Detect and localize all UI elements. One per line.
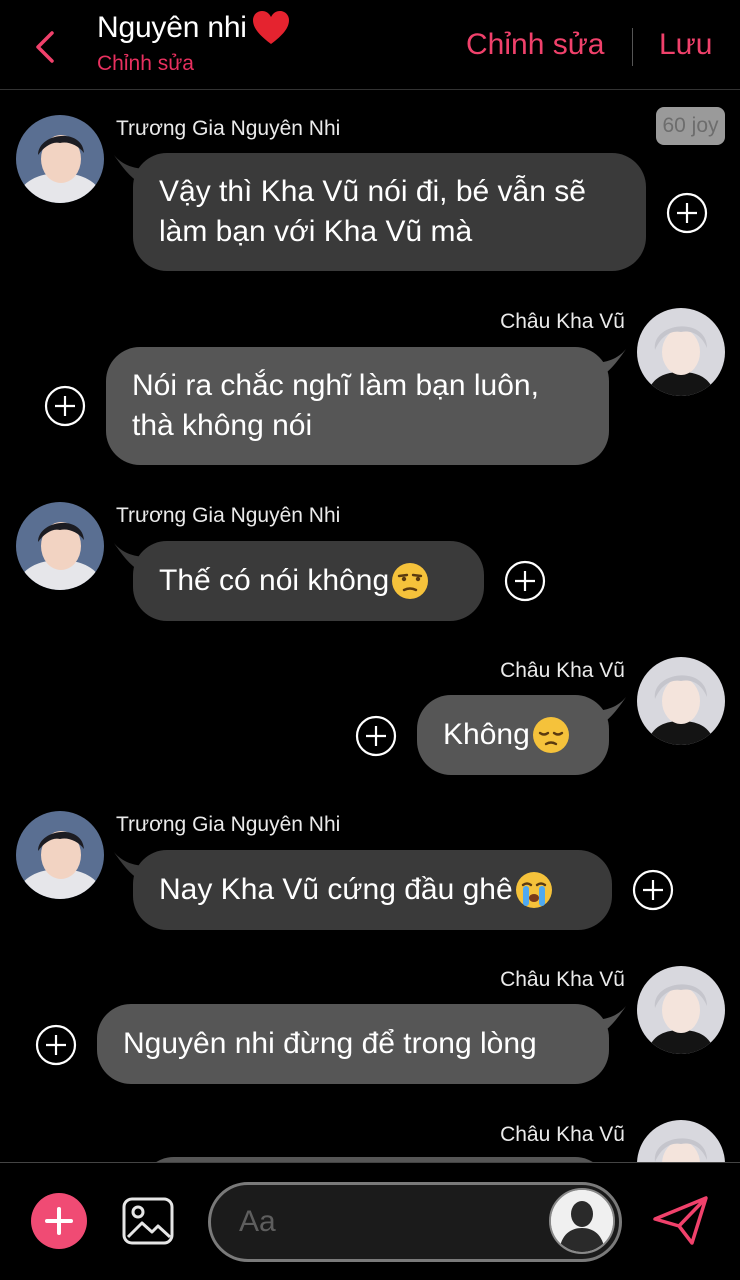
message-bubble[interactable]: Thế có nói không (133, 541, 484, 621)
avatar-photo-icon (16, 115, 104, 203)
message-text: Không (443, 718, 530, 751)
sender-name: Trương Gia Nguyên Nhi (116, 813, 341, 836)
send-icon[interactable] (652, 1195, 710, 1247)
sender-name: Châu Kha Vũ (500, 1123, 625, 1146)
avatar[interactable] (637, 1120, 725, 1162)
message-bubble[interactable]: Vậy thì Kha Vũ nói đi, bé vẫn sẽ làm bạn… (133, 153, 646, 271)
edit-subtitle-link[interactable]: Chỉnh sửa (97, 52, 291, 76)
joy-badge: 60 joy (656, 107, 725, 145)
title-block: Nguyên nhi Chỉnh sửa (97, 10, 291, 76)
avatar-photo-icon (637, 657, 725, 745)
unamused-face-icon (392, 563, 429, 599)
message-bubble[interactable]: Nguyên nhi đừng để trong lòng (97, 1004, 609, 1084)
add-reaction-icon[interactable] (504, 560, 546, 602)
message-text: Nguyên nhi đừng để trong lòng (123, 1027, 537, 1060)
message-bubble[interactable]: Nói ra chắc nghĩ làm bạn luôn, thà không… (106, 347, 609, 465)
sender-name: Trương Gia Nguyên Nhi (116, 117, 341, 140)
avatar[interactable] (637, 966, 725, 1054)
avatar-photo-icon (637, 966, 725, 1054)
add-reaction-icon[interactable] (632, 869, 674, 911)
image-gallery-icon[interactable] (122, 1197, 174, 1245)
sender-name: Châu Kha Vũ (500, 659, 625, 682)
message-line: thà không nói (132, 409, 313, 442)
avatar[interactable] (637, 657, 725, 745)
avatar[interactable] (16, 811, 104, 899)
message-line: Vậy thì Kha Vũ nói đi, bé vẫn sẽ (159, 175, 586, 208)
input-placeholder: Aa (239, 1205, 276, 1238)
chevron-left-icon (36, 31, 54, 63)
message-line: làm bạn với Kha Vũ mà (159, 215, 473, 248)
avatar-photo-icon (637, 1120, 725, 1162)
person-silhouette-icon (551, 1190, 613, 1252)
avatar[interactable] (16, 115, 104, 203)
pensive-face-icon (532, 717, 569, 753)
page-title: Nguyên nhi (97, 11, 247, 44)
add-reaction-icon[interactable] (666, 192, 708, 234)
message-text: Nay Kha Vũ cứng đầu ghê (159, 873, 513, 906)
save-button[interactable]: Lưu (659, 28, 712, 62)
add-reaction-icon[interactable] (35, 1024, 77, 1066)
add-attachment-button[interactable] (31, 1193, 87, 1249)
sender-name: Châu Kha Vũ (500, 968, 625, 991)
plus-icon (45, 1207, 73, 1235)
avatar-photo-icon (16, 811, 104, 899)
sender-name: Trương Gia Nguyên Nhi (116, 504, 341, 527)
add-reaction-icon[interactable] (355, 715, 397, 757)
edit-button[interactable]: Chỉnh sửa (466, 28, 605, 62)
avatar[interactable] (16, 502, 104, 590)
avatar[interactable] (637, 308, 725, 396)
header-divider (632, 28, 633, 66)
sender-switch-button[interactable] (549, 1188, 615, 1254)
sender-name: Châu Kha Vũ (500, 310, 625, 333)
heart-icon (252, 11, 289, 44)
loudly-crying-face-icon (515, 872, 552, 908)
chat-header: Nguyên nhi Chỉnh sửa Chỉnh sửa Lưu (0, 0, 740, 90)
composer-bar: Aa (0, 1162, 740, 1280)
message-list[interactable]: 60 joy Trương Gia Nguyên Nhi Vậy thì Kha… (0, 91, 740, 1162)
message-bubble[interactable]: Nay Kha Vũ cứng đầu ghê (133, 850, 612, 930)
message-text: Thế có nói không (159, 564, 390, 597)
message-bubble[interactable]: Không (417, 695, 609, 775)
avatar-photo-icon (637, 308, 725, 396)
message-input[interactable]: Aa (208, 1182, 622, 1262)
avatar-photo-icon (16, 502, 104, 590)
back-button[interactable] (28, 28, 62, 66)
add-reaction-icon[interactable] (44, 385, 86, 427)
message-line: Nói ra chắc nghĩ làm bạn luôn, (132, 369, 539, 402)
